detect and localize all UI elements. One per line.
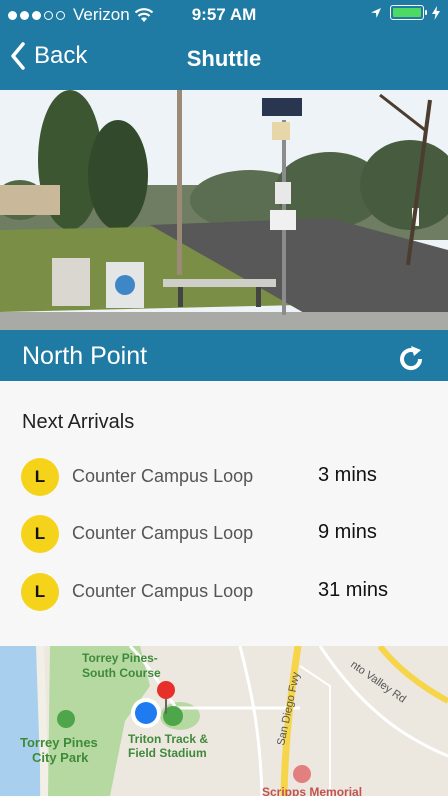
arrival-eta: 9 mins bbox=[318, 521, 377, 543]
route-name: Counter Campus Loop bbox=[72, 466, 254, 486]
user-location-dot bbox=[135, 702, 157, 724]
map-label-triton: Triton Track & bbox=[128, 732, 208, 746]
arrivals-panel: Next Arrivals L Counter Campus Loop 3 mi… bbox=[0, 381, 448, 646]
location-arrow-icon bbox=[371, 7, 381, 18]
stop-photo bbox=[0, 90, 448, 330]
arrivals-header: Next Arrivals bbox=[22, 411, 135, 433]
route-badge: L bbox=[21, 458, 59, 496]
map-label-city-park: City Park bbox=[32, 750, 89, 765]
route-name: Counter Campus Loop bbox=[72, 523, 254, 543]
map-label-torrey-pines-south: Torrey Pines- bbox=[82, 651, 158, 665]
status-right bbox=[370, 5, 440, 20]
page-title: Shuttle bbox=[186, 46, 262, 71]
route-badge: L bbox=[21, 573, 59, 611]
map-label-scripps: Scripps Memorial bbox=[262, 785, 362, 796]
route-name: Counter Campus Loop bbox=[72, 581, 254, 601]
arrival-row[interactable]: L Counter Campus Loop 31 mins bbox=[0, 564, 448, 616]
stop-pin-icon[interactable] bbox=[157, 681, 175, 699]
navigation-bar: Back Shuttle bbox=[0, 30, 448, 90]
map-view[interactable]: Torrey Pines- South Course Torrey Pines … bbox=[0, 646, 448, 796]
route-badge: L bbox=[21, 515, 59, 553]
map-label-field-stadium: Field Stadium bbox=[128, 746, 207, 760]
arrival-row[interactable]: L Counter Campus Loop 9 mins bbox=[0, 506, 448, 558]
arrival-eta: 3 mins bbox=[318, 464, 377, 486]
stop-header: North Point bbox=[0, 330, 448, 381]
arrival-eta: 31 mins bbox=[318, 579, 389, 601]
refresh-icon[interactable] bbox=[396, 344, 426, 374]
status-bar: Verizon 9:57 AM bbox=[0, 0, 448, 30]
map-label-south-course: South Course bbox=[82, 666, 161, 680]
stop-name: North Point bbox=[22, 342, 148, 370]
battery-icon bbox=[390, 5, 427, 20]
arrival-row[interactable]: L Counter Campus Loop 3 mins bbox=[0, 449, 448, 501]
map-label-torrey-pines-park: Torrey Pines bbox=[20, 735, 98, 750]
charging-bolt-icon bbox=[432, 5, 440, 20]
